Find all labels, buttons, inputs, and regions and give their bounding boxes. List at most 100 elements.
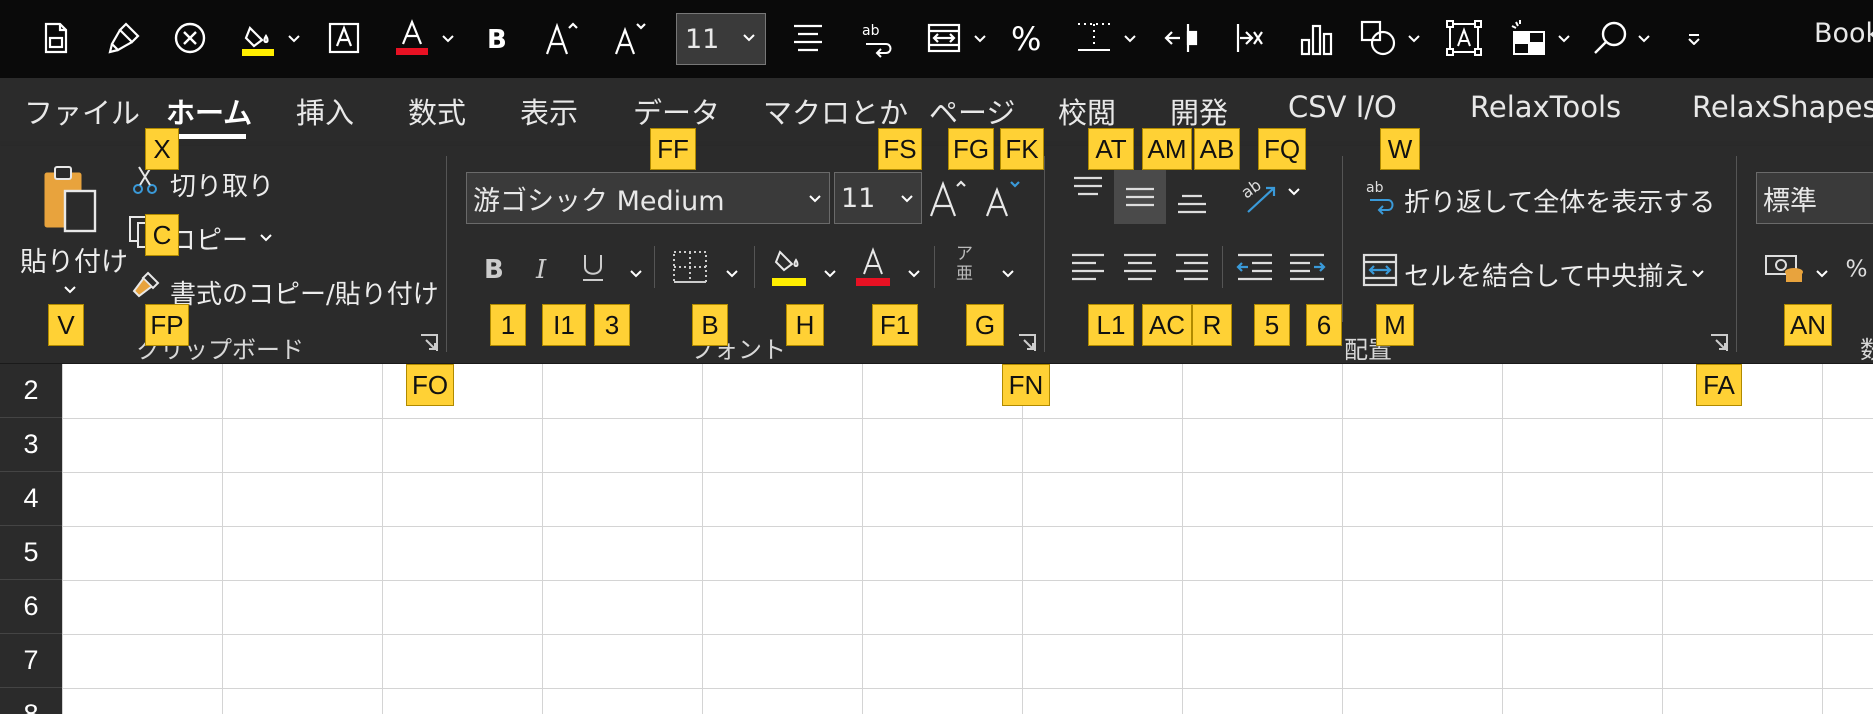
align-center-icon[interactable] bbox=[1118, 244, 1162, 290]
text-box-icon[interactable] bbox=[318, 8, 370, 68]
delete-cells-icon[interactable] bbox=[1220, 8, 1272, 68]
alignment-launcher-icon[interactable] bbox=[1708, 332, 1730, 354]
clipboard-launcher-icon[interactable] bbox=[418, 332, 440, 354]
decrease-font-size-icon[interactable] bbox=[980, 174, 1026, 222]
font-color-icon[interactable] bbox=[386, 8, 438, 68]
bold-icon[interactable]: B bbox=[470, 8, 522, 68]
column-gridline bbox=[62, 364, 63, 714]
orientation-chevron-icon[interactable] bbox=[1286, 186, 1302, 198]
align-middle-icon[interactable] bbox=[1114, 170, 1166, 224]
cancel-circle-icon[interactable] bbox=[164, 8, 216, 68]
separator bbox=[934, 246, 935, 288]
percent-style-icon[interactable]: % bbox=[1844, 246, 1873, 290]
table-style-icon[interactable] bbox=[1502, 8, 1554, 68]
align-left-icon[interactable] bbox=[1066, 244, 1110, 290]
row-header[interactable]: 8 bbox=[0, 688, 62, 714]
increase-font-size-icon[interactable] bbox=[926, 174, 972, 222]
underline-chevron-icon[interactable] bbox=[628, 268, 644, 280]
increase-font-size-icon[interactable] bbox=[536, 8, 588, 68]
tab-review[interactable]: 校閲 bbox=[1058, 90, 1116, 132]
tab-insert[interactable]: 挿入 bbox=[296, 90, 354, 132]
copy-chevron-icon[interactable] bbox=[258, 232, 274, 244]
qat-font-size-select[interactable]: 11 bbox=[676, 13, 766, 65]
tab-file[interactable]: ファイル bbox=[24, 90, 140, 132]
align-center-icon[interactable] bbox=[782, 8, 834, 68]
decrease-indent-icon[interactable] bbox=[1232, 244, 1278, 290]
row-header[interactable]: 5 bbox=[0, 526, 62, 580]
borders-chevron-icon[interactable] bbox=[724, 268, 740, 280]
currency-format-icon[interactable] bbox=[1762, 246, 1810, 290]
number-format-select[interactable]: 標準 bbox=[1756, 172, 1873, 224]
tab-formulas[interactable]: 数式 bbox=[408, 90, 466, 132]
row-header[interactable]: 4 bbox=[0, 472, 62, 526]
fill-color-chevron-icon[interactable] bbox=[822, 268, 838, 280]
font-color-icon[interactable] bbox=[850, 242, 896, 290]
shapes-chevron-icon[interactable] bbox=[1404, 24, 1424, 54]
currency-chevron-icon[interactable] bbox=[1814, 268, 1830, 280]
merge-center-button[interactable]: セルを結合して中央揃え bbox=[1404, 256, 1689, 293]
keytip-align-right: R bbox=[1192, 304, 1232, 346]
paste-icon[interactable] bbox=[30, 156, 110, 246]
print-preview-icon[interactable] bbox=[30, 8, 82, 68]
tab-home[interactable]: ホーム bbox=[166, 90, 252, 132]
tab-view[interactable]: 表示 bbox=[520, 90, 578, 132]
table-style-chevron-icon[interactable] bbox=[1554, 24, 1574, 54]
worksheet-grid[interactable]: 2 3 4 5 6 7 8 bbox=[0, 364, 1873, 714]
svg-text:%: % bbox=[1011, 20, 1041, 58]
bold-icon[interactable]: B bbox=[474, 246, 512, 288]
borders-icon[interactable] bbox=[668, 246, 712, 288]
copy-button[interactable]: コピー bbox=[170, 220, 248, 257]
font-name-select[interactable]: 游ゴシック Medium bbox=[466, 172, 830, 224]
paste-chevron-icon[interactable] bbox=[62, 284, 78, 296]
align-right-icon[interactable] bbox=[1170, 244, 1214, 290]
row-header[interactable]: 6 bbox=[0, 580, 62, 634]
font-color-chevron-icon[interactable] bbox=[438, 24, 458, 54]
fill-color-icon[interactable] bbox=[232, 8, 284, 68]
tab-csv-io[interactable]: CSV I/O bbox=[1288, 90, 1397, 124]
tab-macro[interactable]: マクロとか bbox=[763, 90, 908, 132]
wrap-text-button[interactable]: 折り返して全体を表示する bbox=[1404, 182, 1715, 219]
insert-cells-icon[interactable] bbox=[1154, 8, 1206, 68]
find-icon[interactable] bbox=[1584, 8, 1636, 68]
tab-data[interactable]: データ bbox=[633, 90, 720, 132]
merge-center-chevron-icon[interactable] bbox=[1690, 268, 1706, 280]
format-painter-icon[interactable] bbox=[98, 8, 150, 68]
increase-indent-icon[interactable] bbox=[1284, 244, 1330, 290]
orientation-icon[interactable]: ab bbox=[1236, 172, 1284, 220]
cut-button[interactable]: 切り取り bbox=[170, 166, 274, 203]
underline-icon[interactable] bbox=[574, 246, 612, 288]
tab-relaxtools[interactable]: RelaxTools bbox=[1470, 90, 1621, 124]
borders-icon[interactable] bbox=[1068, 8, 1120, 68]
format-painter-button[interactable]: 書式のコピー/貼り付け bbox=[170, 274, 439, 311]
furigana-chevron-icon[interactable] bbox=[1000, 268, 1016, 280]
number-group-label: 数 bbox=[1860, 336, 1873, 364]
shapes-icon[interactable] bbox=[1352, 8, 1404, 68]
tab-page[interactable]: ページ bbox=[929, 90, 1015, 132]
decrease-font-size-icon[interactable] bbox=[604, 8, 656, 68]
textbox-frame-icon[interactable] bbox=[1438, 8, 1490, 68]
paste-label[interactable]: 貼り付け bbox=[20, 240, 128, 279]
find-chevron-icon[interactable] bbox=[1634, 24, 1654, 54]
keytip-align-middle: AM bbox=[1142, 128, 1192, 170]
wrap-text-icon[interactable]: ab bbox=[852, 8, 904, 68]
chart-icon[interactable] bbox=[1290, 8, 1342, 68]
font-size-select[interactable]: 11 bbox=[834, 172, 922, 224]
font-color-chevron-icon[interactable] bbox=[906, 268, 922, 280]
row-header[interactable]: 7 bbox=[0, 634, 62, 688]
furigana-icon[interactable]: ア亜 bbox=[956, 244, 982, 284]
fill-color-chevron-icon[interactable] bbox=[284, 24, 304, 54]
tab-relaxshapes[interactable]: RelaxShapes bbox=[1692, 90, 1873, 124]
align-bottom-icon[interactable] bbox=[1170, 176, 1214, 220]
tab-developer[interactable]: 開発 bbox=[1170, 90, 1228, 132]
italic-icon[interactable]: I bbox=[524, 246, 562, 288]
borders-chevron-icon[interactable] bbox=[1120, 24, 1140, 54]
merge-cells-icon[interactable] bbox=[918, 8, 970, 68]
font-launcher-icon[interactable] bbox=[1016, 332, 1038, 354]
align-top-icon[interactable] bbox=[1066, 170, 1110, 214]
percent-icon[interactable]: % bbox=[1002, 8, 1054, 68]
row-header[interactable]: 3 bbox=[0, 418, 62, 472]
row-header[interactable]: 2 bbox=[0, 364, 62, 418]
merge-chevron-icon[interactable] bbox=[970, 24, 990, 54]
fill-color-icon[interactable] bbox=[766, 242, 812, 290]
customize-toolbar-icon[interactable] bbox=[1684, 24, 1704, 54]
